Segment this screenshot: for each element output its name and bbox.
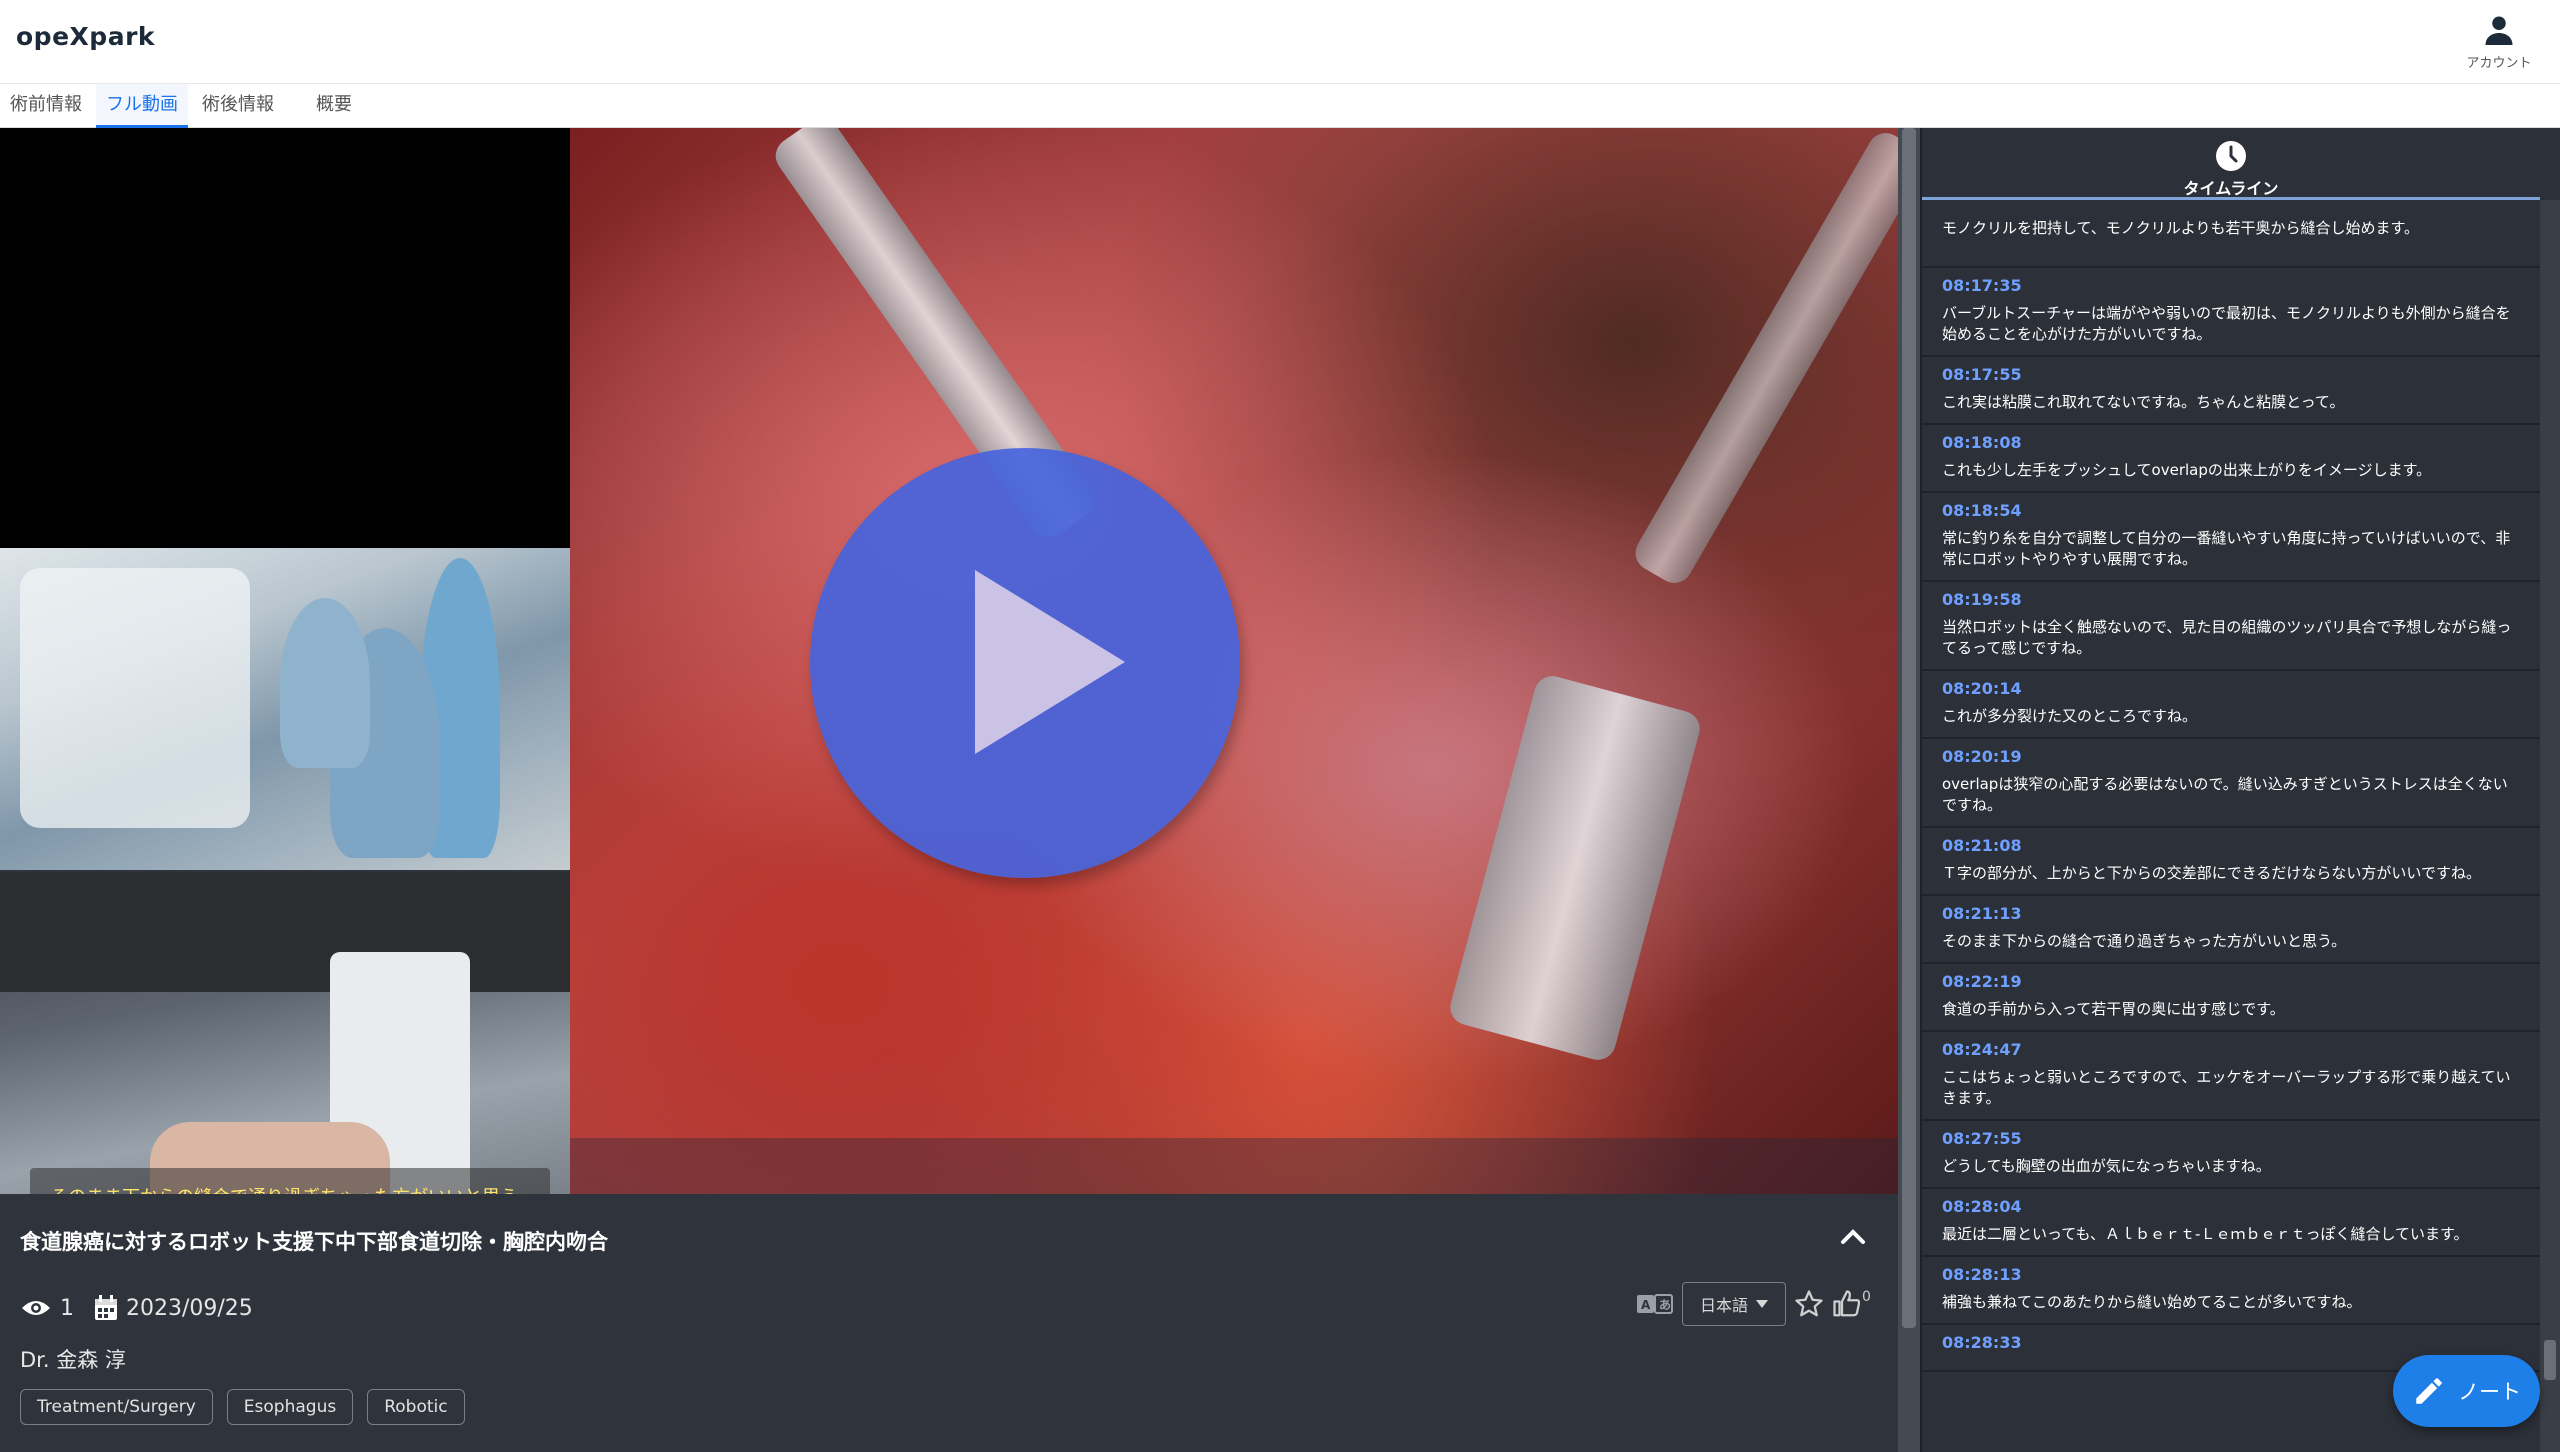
tag-treatment-surgery[interactable]: Treatment/Surgery: [20, 1389, 213, 1425]
video-control-overlay: [570, 1138, 1898, 1194]
main-scrollbar[interactable]: [1898, 128, 1920, 1452]
timeline-entry-time: 08:17:55: [1942, 365, 2022, 384]
play-icon: [975, 570, 1125, 754]
thumbs-up-icon[interactable]: [1832, 1289, 1862, 1319]
caret-down-icon: [1756, 1300, 1768, 1308]
play-button[interactable]: [810, 448, 1240, 878]
chevron-up-icon[interactable]: [1836, 1222, 1870, 1252]
video-date: 2023/09/25: [126, 1295, 253, 1321]
app-header: opeXpark アカウント: [0, 0, 2560, 84]
timeline-entry-text: これ実は粘膜これ取れてないですね。ちゃんと粘膜とって。: [1942, 393, 2345, 411]
video-info: 食道腺癌に対するロボット支援下中下部食道切除・胸腔内吻合 1 2023/09/2…: [0, 1194, 1898, 1452]
eye-icon: [22, 1301, 50, 1315]
camera-view-operating-room[interactable]: [0, 548, 570, 870]
tab-full-video[interactable]: フル動画: [96, 84, 188, 128]
timeline-entry[interactable]: 08:20:19 overlapは狭窄の心配する必要はないので。縫い込みすぎとい…: [1922, 739, 2540, 828]
user-icon: [2485, 16, 2513, 45]
svg-text:A: A: [1641, 1298, 1651, 1312]
view-count: 1: [60, 1295, 74, 1321]
timeline-entry-time: 08:24:47: [1942, 1040, 2022, 1059]
tab-preop-info[interactable]: 術前情報: [0, 84, 92, 128]
timeline-entry-time: 08:27:55: [1942, 1129, 2022, 1148]
timeline-entry[interactable]: 08:22:19 食道の手前から入って若干胃の奥に出す感じです。: [1922, 964, 2540, 1032]
note-button-label: ノート: [2458, 1380, 2521, 1404]
timeline-scrollbar-thumb[interactable]: [2544, 1340, 2556, 1380]
note-button[interactable]: ノート: [2393, 1355, 2540, 1427]
timeline-entry[interactable]: 08:27:55 どうしても胸壁の出血が気になっちゃいますね。: [1922, 1121, 2540, 1189]
timeline-entry-text: Ｔ字の部分が、上からと下からの交差部にできるだけならない方がいいですね。: [1942, 864, 2481, 882]
timeline-entry-time: 08:19:58: [1942, 590, 2022, 609]
calendar-icon: [95, 1295, 117, 1320]
timeline-entry[interactable]: 08:21:08 Ｔ字の部分が、上からと下からの交差部にできるだけならない方がい…: [1922, 828, 2540, 896]
timeline-entry[interactable]: 08:28:04 最近は二層といっても、Ａｌｂｅｒｔ-Ｌｅｍｂｅｒｔっぽく縫合し…: [1922, 1189, 2540, 1257]
app-logo[interactable]: opeXpark: [16, 22, 155, 51]
clock-icon: [2216, 141, 2246, 171]
timeline-entry-time: 08:21:13: [1942, 904, 2022, 923]
timeline-entry-time: 08:28:04: [1942, 1197, 2022, 1216]
timeline-entry-time: 08:20:14: [1942, 679, 2022, 698]
timeline-panel: タイムライン モノクリルを把持して、モノクリルよりも若干奥から縫合し始めます。 …: [1920, 128, 2560, 1452]
camera-view-empty[interactable]: [0, 128, 570, 548]
timeline-entry-text: 最近は二層といっても、Ａｌｂｅｒｔ-Ｌｅｍｂｅｒｔっぽく縫合しています。: [1942, 1225, 2469, 1243]
timeline-entry-time: 08:17:35: [1942, 276, 2022, 295]
timeline-entry-text: これも少し左手をプッシュしてoverlapの出来上がりをイメージします。: [1942, 461, 2432, 479]
timeline-entry-time: 08:22:19: [1942, 972, 2022, 991]
timeline-entry[interactable]: 08:20:14 これが多分裂けた又のところですね。: [1922, 671, 2540, 739]
language-select[interactable]: 日本語: [1682, 1282, 1786, 1326]
timeline-entry[interactable]: 08:17:55 これ実は粘膜これ取れてないですね。ちゃんと粘膜とって。: [1922, 357, 2540, 425]
timeline-entry[interactable]: 08:17:35 バーブルトスーチャーは端がやや弱いので最初は、モノクリルよりも…: [1922, 268, 2540, 357]
timeline-entry[interactable]: 08:19:58 当然ロボットは全く触感ないので、見た目の組織のツッパリ具合で予…: [1922, 582, 2540, 671]
like-count: 0: [1862, 1289, 1871, 1305]
timeline-entry-time: 08:28:33: [1942, 1333, 2022, 1352]
svg-text:あ: あ: [1659, 1298, 1671, 1312]
timeline-title: タイムライン: [2183, 179, 2279, 198]
pencil-icon: [2416, 1378, 2442, 1404]
tag-robotic[interactable]: Robotic: [367, 1389, 465, 1425]
timeline-entry-text: ここはちょっと弱いところですので、エッケをオーバーラップする形で乗り越えていきま…: [1942, 1068, 2511, 1107]
timeline-header[interactable]: タイムライン: [1922, 128, 2540, 200]
timeline-entry-text: 当然ロボットは全く触感ないので、見た目の組織のツッパリ具合で予想しながら縫ってる…: [1942, 618, 2512, 657]
timeline-entry[interactable]: 08:28:13 補強も兼ねてこのあたりから縫い始めてることが多いですね。: [1922, 1257, 2540, 1325]
timeline-entry-text: そのまま下からの縫合で通り過ぎちゃった方がいいと思う。: [1942, 932, 2347, 950]
timeline-entry-text: バーブルトスーチャーは端がやや弱いので最初は、モノクリルよりも外側から縫合を始め…: [1942, 304, 2511, 343]
timeline-entry-text: overlapは狭窄の心配する必要はないので。縫い込みすぎというストレスは全くな…: [1942, 775, 2508, 814]
timeline-entry[interactable]: 08:18:08 これも少し左手をプッシュしてoverlapの出来上がりをイメー…: [1922, 425, 2540, 493]
timeline-entry-text: これが多分裂けた又のところですね。: [1942, 707, 2198, 725]
timeline-entry[interactable]: 08:24:47 ここはちょっと弱いところですので、エッケをオーバーラップする形…: [1922, 1032, 2540, 1121]
timeline-scrollbar[interactable]: [2540, 200, 2560, 1452]
timeline-entry-time: 08:20:19: [1942, 747, 2022, 766]
translate-icon[interactable]: A あ: [1636, 1293, 1674, 1315]
language-select-value: 日本語: [1699, 1296, 1748, 1315]
main-scrollbar-thumb[interactable]: [1902, 128, 1916, 1328]
tab-overview[interactable]: 概要: [306, 84, 362, 128]
timeline-entry[interactable]: モノクリルを把持して、モノクリルよりも若干奥から縫合し始めます。: [1922, 218, 2540, 268]
video-meta: 1 2023/09/25: [20, 1292, 273, 1324]
main-video-player[interactable]: [570, 128, 1898, 1194]
doctor-name: Dr. 金森 淳: [20, 1348, 126, 1372]
account-button[interactable]: アカウント: [2454, 12, 2544, 71]
tag-esophagus[interactable]: Esophagus: [226, 1389, 354, 1425]
timeline-entry[interactable]: 08:18:54 常に釣り糸を自分で調整して自分の一番縫いやすい角度に持っていけ…: [1922, 493, 2540, 582]
timeline-entry-text: モノクリルを把持して、モノクリルよりも若干奥から縫合し始めます。: [1942, 219, 2420, 237]
timeline-list: モノクリルを把持して、モノクリルよりも若干奥から縫合し始めます。 08:17:3…: [1922, 200, 2540, 1452]
timeline-entry-time: 08:18:08: [1942, 433, 2022, 452]
timeline-entry-time: 08:28:13: [1942, 1265, 2022, 1284]
tag-list: Treatment/Surgery Esophagus Robotic: [20, 1389, 465, 1425]
timeline-entry-time: 08:18:54: [1942, 501, 2022, 520]
timeline-entry[interactable]: 08:21:13 そのまま下からの縫合で通り過ぎちゃった方がいいと思う。: [1922, 896, 2540, 964]
timeline-entry-text: 補強も兼ねてこのあたりから縫い始めてることが多いですね。: [1942, 1293, 2362, 1311]
account-label: アカウント: [2466, 56, 2532, 71]
tab-postop-info[interactable]: 術後情報: [192, 84, 284, 128]
timeline-entry-text: 食道の手前から入って若干胃の奥に出す感じです。: [1942, 1000, 2285, 1018]
timeline-entry-time: 08:21:08: [1942, 836, 2022, 855]
timeline-entry-text: 常に釣り糸を自分で調整して自分の一番縫いやすい角度に持っていけばいいので、非常に…: [1942, 529, 2511, 568]
tab-bar: 術前情報 フル動画 術後情報 概要: [0, 84, 2560, 128]
timeline-entry-text: どうしても胸壁の出血が気になっちゃいますね。: [1942, 1157, 2271, 1175]
star-icon[interactable]: [1794, 1289, 1824, 1319]
video-controls: A あ 日本語 0: [1636, 1282, 1871, 1326]
video-title: 食道腺癌に対するロボット支援下中下部食道切除・胸腔内吻合: [20, 1230, 608, 1254]
